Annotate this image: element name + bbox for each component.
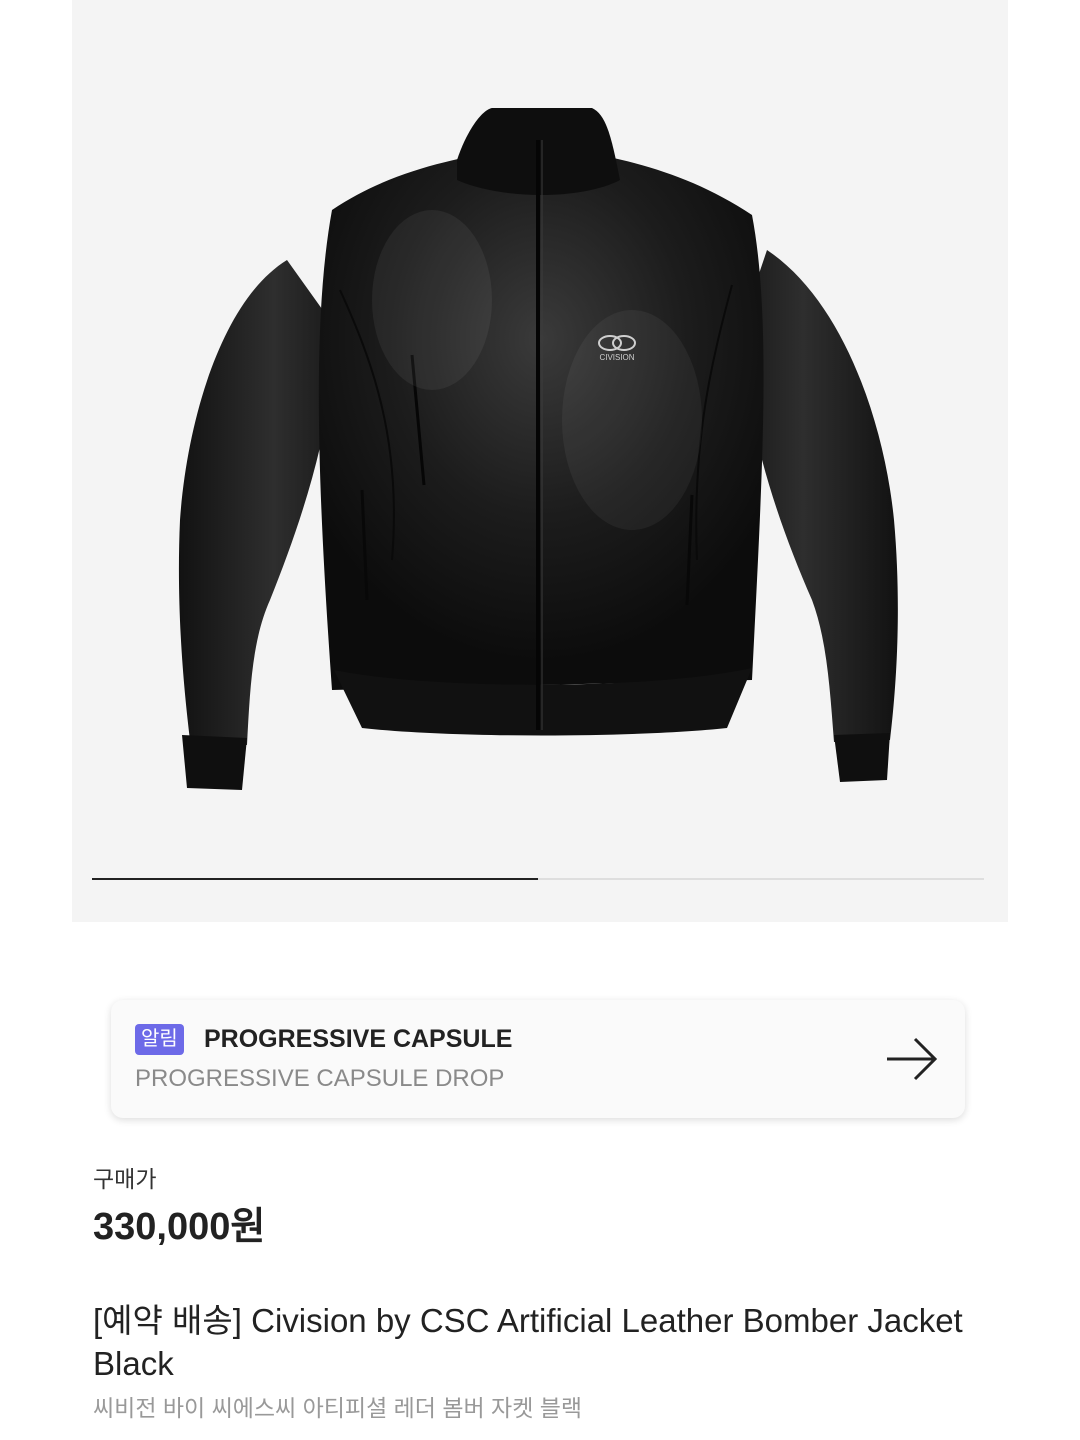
notice-badge: 알림 <box>135 1024 184 1055</box>
notice-title: PROGRESSIVE CAPSULE <box>204 1025 513 1053</box>
notice-banner[interactable]: 알림 PROGRESSIVE CAPSULE PROGRESSIVE CAPSU… <box>111 1000 965 1118</box>
arrow-right-icon[interactable] <box>885 1036 939 1082</box>
product-image[interactable]: CIVISION <box>72 0 1008 922</box>
price-label: 구매가 <box>93 1166 157 1192</box>
gallery-progress-fill <box>92 878 538 880</box>
gallery-progress-bar <box>92 878 984 880</box>
notice-subtitle: PROGRESSIVE CAPSULE DROP <box>135 1065 505 1092</box>
product-name-korean: 씨비전 바이 씨에스씨 아티피셜 레더 봄버 자켓 블랙 <box>93 1395 583 1421</box>
product-name: [예약 배송] Civision by CSC Artificial Leath… <box>93 1302 963 1382</box>
price-value: 330,000원 <box>93 1206 266 1248</box>
svg-text:CIVISION: CIVISION <box>599 353 634 362</box>
product-image-gallery[interactable]: CIVISION <box>72 0 1008 922</box>
